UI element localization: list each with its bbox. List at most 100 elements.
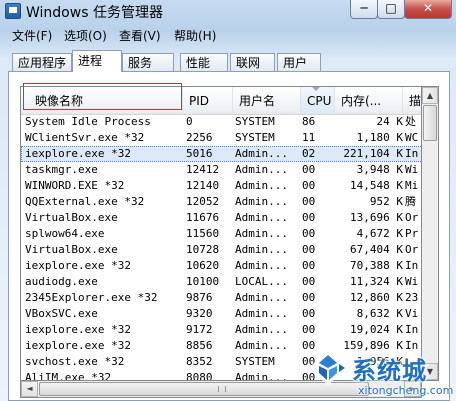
cell-user-name: Admin... [235,339,288,352]
title-bar[interactable]: Windows 任务管理器 ─ □ ✕ [0,0,456,22]
column-cpu[interactable]: CPU [301,87,335,114]
cell-user-name: Admin... [235,195,288,208]
scroll-left-icon[interactable]: ◄ [21,381,38,397]
menu-options[interactable]: 选项(O) [64,27,107,44]
cell-memory: 8,632 K [356,307,403,320]
cell-user-name: Admin... [235,307,288,320]
cell-pid: 10728 [186,243,220,256]
cell-user-name: Admin... [235,211,288,224]
cell-pid: 8856 [186,339,213,352]
cell-pid: 5016 [186,147,213,160]
cell-cpu: 00 [302,179,316,192]
cell-cpu: 86 [302,115,316,128]
cell-pid: 9876 [186,291,213,304]
cell-memory: 67,404 K [350,243,403,256]
cell-pid: 2256 [186,131,213,144]
column-memory[interactable]: 内存(... [335,87,403,114]
cell-memory: 221,104 K [343,147,403,160]
tab-networking[interactable]: 联网 [230,53,275,71]
close-button[interactable]: ✕ [404,0,452,19]
cell-image-name: WClientSvr.exe *32 [25,131,145,144]
cell-pid: 8080 [186,371,213,381]
cell-image-name: iexplore.exe *32 [25,339,131,352]
column-pid[interactable]: PID [183,87,233,114]
cell-description: In [405,259,419,272]
cell-description: 腾 [405,195,416,208]
cell-memory: 4,672 K [356,227,403,240]
table-row[interactable]: taskmgr.exe 12412 Admin... 00 3,948 K Wi [21,162,421,178]
table-row[interactable]: System Idle Process 0 SYSTEM 86 24 K处 [21,114,421,130]
cell-cpu: 00 [302,227,316,240]
minimize-button[interactable]: ─ [350,0,378,19]
windows-logo-icon [308,351,348,385]
table-row[interactable]: VirtualBox.exe 10728 Admin... 00 67,404 K Or [21,242,421,258]
vertical-scrollbar[interactable]: ▲ ▼ [422,86,439,381]
cell-description: Wi [405,275,419,288]
cell-pid: 9320 [186,307,213,320]
cell-image-name: iexplore.exe *32 [25,323,131,336]
table-row[interactable]: splwow64.exe 11560 Admin... 00 4,672 K Pr [21,226,421,242]
cell-pid: 11676 [186,211,220,224]
tab-performance[interactable]: 性能 [180,53,228,71]
cell-image-name: svchost.exe *32 [25,355,125,368]
task-manager-icon [5,3,21,19]
cell-cpu: 00 [302,323,316,336]
cell-user-name: Admin... [235,147,288,160]
cell-memory: 11,324 K [350,275,403,288]
menu-help[interactable]: 帮助(H) [174,27,216,44]
cell-memory: 12,860 K [350,291,403,304]
cell-memory: 70,388 K [350,259,403,272]
cell-memory: 14,548 K [350,179,403,192]
cell-description: Wi [405,163,419,176]
cell-cpu: 02 [302,147,316,160]
cell-user-name: Admin... [235,179,288,192]
cell-user-name: Admin... [235,227,288,240]
scroll-up-icon[interactable]: ▲ [422,87,438,104]
cell-cpu: 00 [302,163,316,176]
image-name-highlight [23,83,182,110]
cell-memory: 3,948 K [356,163,403,176]
table-row[interactable]: iexplore.exe *32 10620 Admin... 00 70,388 KI… [21,258,421,274]
cell-memory: 1,180 K [356,131,403,144]
cell-image-name: iexplore.exe *32 [25,259,131,272]
table-row[interactable]: iexplore.exe *32 9172 Admin... 00 19,024 K In [21,322,421,338]
cell-pid: 10620 [186,259,220,272]
watermark-brand: 系统城 [352,357,427,385]
cell-description: 23 [405,291,419,304]
cell-pid: 11560 [186,227,220,240]
cell-user-name: Admin... [235,291,288,304]
table-row[interactable]: VirtualBox.exe 11676 Admin... 00 13,696 K Or [21,210,421,226]
cell-description: 处 [405,115,416,128]
cell-description: Mi [405,179,419,192]
cell-image-name: splwow64.exe [25,227,105,240]
table-row[interactable]: VBoxSVC.exe 9320 Admin... 00 8,632 K Vi [21,306,421,322]
cell-pid: 10100 [186,275,220,288]
cell-description: Pr [405,227,419,240]
menu-file[interactable]: 文件(F) [12,27,52,44]
column-user-name[interactable]: 用户名 [233,87,301,114]
vertical-scroll-thumb[interactable] [423,105,437,141]
process-list[interactable]: 映像名称 PID 用户名 CPU 内存(... 描 System Idle Pr… [20,86,422,381]
cell-memory: 19,024 K [350,323,403,336]
tab-users[interactable]: 用户 [277,53,321,71]
cell-cpu: 00 [302,259,316,272]
cell-cpu: 00 [302,275,316,288]
tab-processes[interactable]: 进程 [72,50,122,72]
table-row[interactable]: audiodg.exe 10100 LOCAL... 00 11,324 K Wi [21,274,421,290]
table-row[interactable]: QQExternal.exe *32 12052 Admin... 00 952 K腾 [21,194,421,210]
table-row[interactable]: iexplore.exe *32 5016 Admin... 02 221,104 KI… [21,146,421,162]
cell-image-name: iexplore.exe *32 [25,147,131,160]
menu-view[interactable]: 查看(V) [119,27,161,44]
maximize-button[interactable]: □ [377,0,405,19]
cell-user-name: Admin... [235,371,288,381]
tab-services[interactable]: 服务 [122,53,174,71]
tab-applications[interactable]: 应用程序 [12,53,72,71]
table-row[interactable]: WClientSvr.exe *32 2256 SYSTEM 11 1,180 K WC [21,130,421,146]
table-row[interactable]: 2345Explorer.exe *32 9876 Admin... 00 12,860… [21,290,421,306]
cell-user-name: SYSTEM [235,131,275,144]
column-description[interactable]: 描 [403,87,421,114]
cell-pid: 12052 [186,195,220,208]
table-row[interactable]: WINWORD.EXE *32 12140 Admin... 00 14,548 K Mi [21,178,421,194]
cell-user-name: Admin... [235,259,288,272]
cell-image-name: 2345Explorer.exe *32 [25,291,158,304]
